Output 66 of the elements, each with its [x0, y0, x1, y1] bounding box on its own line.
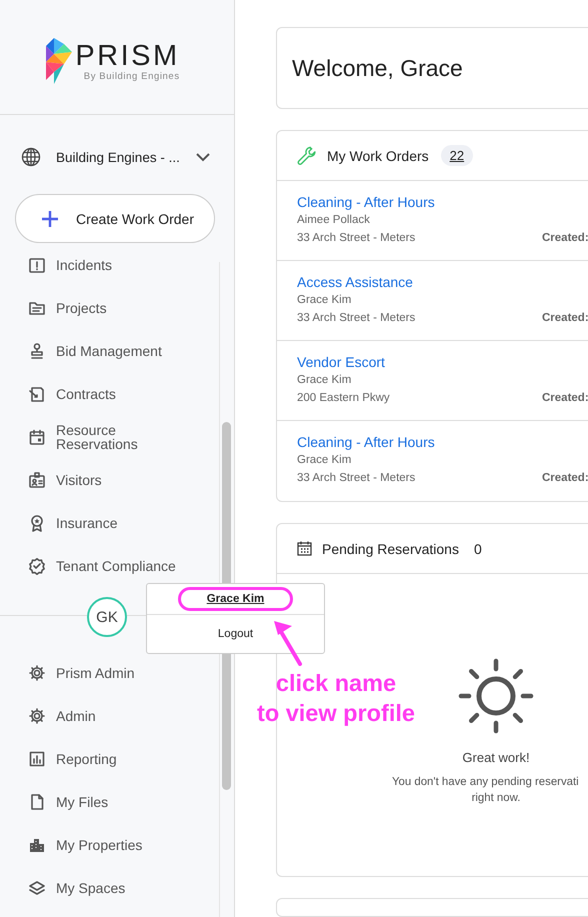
work-order-title[interactable]: Vendor Escort: [297, 354, 588, 372]
work-order-title[interactable]: Cleaning - After Hours: [297, 434, 588, 452]
alert-icon: [28, 256, 46, 274]
annotation-text: click name to view profile: [256, 669, 416, 728]
location-text: 200 Eastern Pkwy: [297, 391, 391, 406]
plus-icon: [42, 210, 58, 226]
location-text: 33 Arch Street - Meters: [297, 231, 416, 246]
user-avatar[interactable]: GK: [87, 597, 127, 637]
empty-state-title: Great work!: [462, 750, 530, 766]
layers-icon: [28, 878, 46, 896]
menu-item[interactable]: Grace Kim: [178, 587, 294, 611]
requester-name: Grace Kim: [297, 293, 352, 308]
reservation-count: 0: [474, 540, 482, 557]
stamp-icon: [28, 342, 46, 360]
menu-item[interactable]: Logout: [218, 628, 254, 640]
nav-item[interactable]: Prism Admin: [0, 651, 234, 694]
calendar-icon: [28, 428, 46, 446]
nav-item[interactable]: Tenant Compliance: [0, 544, 218, 587]
empty-state-message: right now.: [472, 792, 520, 804]
card-title: Pending Reservations: [322, 540, 459, 557]
location-text: 33 Arch Street - Meters: [297, 471, 416, 486]
nav-item[interactable]: My Spaces: [0, 866, 234, 909]
prism-logo-icon: [46, 38, 72, 84]
work-order-title[interactable]: Access Assistance: [297, 274, 588, 292]
gear-icon: [28, 706, 46, 724]
nav-item[interactable]: Bid Management: [0, 329, 218, 372]
award-icon: [28, 514, 46, 532]
logo-tagline: By Building Engines: [82, 70, 180, 82]
nav-item[interactable]: Resource Reservations: [0, 415, 218, 458]
check-badge-icon: [28, 556, 46, 574]
id-badge-icon: [28, 470, 46, 488]
file-icon: [28, 792, 46, 810]
create-work-order-button[interactable]: Create Work Order: [15, 194, 215, 243]
created-label: Created:: [542, 311, 588, 326]
created-label: Created:: [542, 231, 588, 246]
nav-item[interactable]: Projects: [0, 286, 218, 329]
logo-text: PRISM: [75, 40, 180, 70]
annotation-arrow: [272, 620, 304, 666]
created-label: Created:: [542, 471, 588, 486]
nav-item[interactable]: Admin: [0, 694, 234, 737]
gear-icon: [28, 664, 46, 682]
nav-item[interactable]: Reporting: [0, 737, 234, 780]
requester-name: Grace Kim: [297, 373, 352, 388]
empty-state-message: You don't have any pending reservati: [392, 776, 579, 788]
document-icon: [28, 384, 46, 402]
calendar-icon: [297, 541, 312, 556]
wrench-icon: [297, 146, 317, 166]
requester-name: Aimee Pollack: [297, 213, 371, 228]
work-order-count[interactable]: 22: [440, 145, 474, 166]
nav-item[interactable]: Visitors: [0, 458, 218, 501]
nav-item[interactable]: My Properties: [0, 823, 234, 866]
nav-item[interactable]: Incidents: [0, 256, 218, 286]
work-order-title[interactable]: Cleaning - After Hours: [297, 194, 588, 212]
created-label: Created:: [542, 391, 588, 406]
nav-item[interactable]: Insurance: [0, 501, 218, 544]
chart-icon: [28, 750, 46, 768]
sun-icon: [457, 657, 535, 736]
nav-item[interactable]: My Files: [0, 780, 234, 823]
requester-name: Grace Kim: [297, 453, 352, 468]
chevron-down-icon: [196, 152, 210, 162]
welcome-title: Welcome, Grace: [292, 54, 463, 82]
globe-icon: [21, 147, 41, 167]
card-title: My Work Orders: [327, 148, 429, 164]
property-selector[interactable]: Building Engines - ...: [0, 146, 234, 168]
nav-item[interactable]: Contracts: [0, 372, 218, 415]
location-text: 33 Arch Street - Meters: [297, 311, 416, 326]
